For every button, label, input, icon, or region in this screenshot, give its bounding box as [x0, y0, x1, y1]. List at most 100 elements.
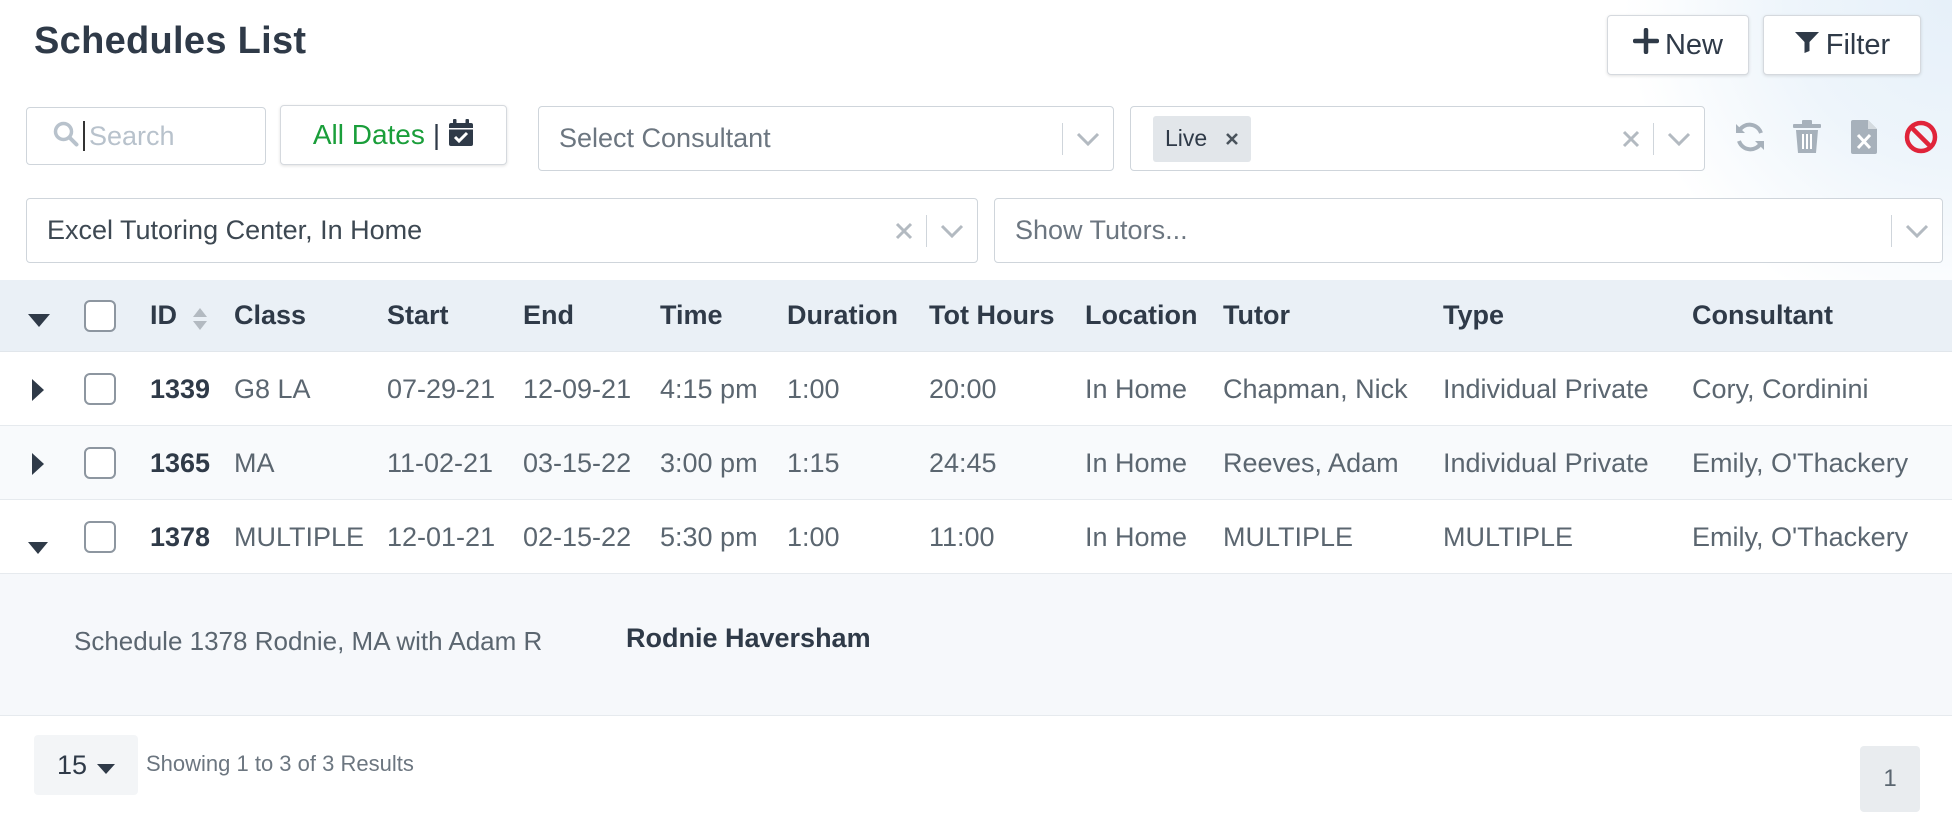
trash-icon[interactable]: [1789, 118, 1824, 156]
cell-id: 1339: [150, 374, 211, 404]
caret-down-icon: [97, 750, 116, 781]
table-row[interactable]: 1339 G8 LA 07-29-21 12-09-21 4:15 pm 1:0…: [0, 352, 1952, 426]
cell-tutor: Reeves, Adam: [1223, 448, 1399, 478]
cell-tutor: MULTIPLE: [1223, 522, 1354, 552]
cell-end: 03-15-22: [523, 448, 632, 478]
chevron-down-icon[interactable]: [1063, 132, 1113, 146]
consultant-select-placeholder: Select Consultant: [559, 123, 771, 153]
cell-duration: 1:00: [787, 522, 840, 552]
per-page-select[interactable]: 15: [34, 735, 138, 795]
page-title: Schedules List: [34, 20, 307, 62]
cell-class: G8 LA: [234, 374, 311, 404]
status-select[interactable]: Live: [1130, 106, 1705, 171]
chevron-down-icon[interactable]: [927, 224, 977, 238]
cell-id: 1378: [150, 522, 211, 552]
search-field[interactable]: [26, 107, 266, 165]
cell-time: 4:15 pm: [660, 374, 758, 404]
cell-tot-hours: 24:45: [929, 448, 997, 478]
tutors-select-placeholder: Show Tutors...: [1015, 215, 1188, 245]
cell-start: 07-29-21: [387, 374, 496, 404]
column-header-id[interactable]: ID: [150, 300, 177, 331]
cell-consultant: Cory, Cordinini: [1692, 374, 1869, 404]
per-page-value: 15: [56, 749, 88, 780]
filter-button[interactable]: Filter: [1763, 15, 1921, 75]
column-header-location[interactable]: Location: [1085, 300, 1198, 331]
cell-class: MA: [234, 448, 275, 478]
column-header-start[interactable]: Start: [387, 300, 449, 331]
cell-type: Individual Private: [1443, 448, 1649, 478]
cell-duration: 1:15: [787, 448, 840, 478]
cell-end: 02-15-22: [523, 522, 632, 552]
cell-duration: 1:00: [787, 374, 840, 404]
column-header-end[interactable]: End: [523, 300, 574, 331]
clear-icon[interactable]: [882, 221, 926, 241]
cell-type: Individual Private: [1443, 374, 1649, 404]
column-header-duration[interactable]: Duration: [787, 300, 898, 331]
cell-consultant: Emily, O'Thackery: [1692, 522, 1909, 552]
cell-type: MULTIPLE: [1443, 522, 1574, 552]
new-button[interactable]: New: [1607, 15, 1749, 75]
location-select-value: Excel Tutoring Center, In Home: [47, 215, 423, 245]
cell-location: In Home: [1085, 448, 1188, 478]
select-all-checkbox[interactable]: [84, 300, 116, 332]
search-icon: [53, 121, 79, 152]
consultant-select[interactable]: Select Consultant: [538, 106, 1114, 171]
column-header-time[interactable]: Time: [660, 300, 723, 331]
cell-location: In Home: [1085, 522, 1188, 552]
column-header-class[interactable]: Class: [234, 300, 306, 331]
tutors-select[interactable]: Show Tutors...: [994, 198, 1943, 263]
expand-row-icon[interactable]: [32, 451, 44, 482]
location-select[interactable]: Excel Tutoring Center, In Home: [26, 198, 978, 263]
date-range-button[interactable]: All Dates |: [280, 105, 507, 165]
cell-tutor: Chapman, Nick: [1223, 374, 1408, 404]
cell-tot-hours: 20:00: [929, 374, 997, 404]
row-checkbox[interactable]: [84, 521, 116, 553]
date-range-separator: |: [432, 119, 441, 150]
chevron-down-icon[interactable]: [1654, 132, 1704, 146]
results-summary: Showing 1 to 3 of 3 Results: [146, 751, 414, 776]
filter-button-label: Filter: [1825, 28, 1891, 61]
cell-id: 1365: [150, 448, 211, 478]
table-header: ID Class Start End Time Duration Tot Hou…: [0, 280, 1952, 352]
row-detail-panel: Schedule 1378 Rodnie, MA with Adam R Rod…: [0, 574, 1952, 716]
schedule-description: Schedule 1378 Rodnie, MA with Adam R: [74, 626, 543, 656]
cell-class: MULTIPLE: [234, 522, 365, 552]
column-header-type[interactable]: Type: [1443, 300, 1504, 331]
cell-consultant: Emily, O'Thackery: [1692, 448, 1909, 478]
chevron-down-icon[interactable]: [1892, 224, 1942, 238]
column-header-tutor[interactable]: Tutor: [1223, 300, 1290, 331]
table-footer: 15 Showing 1 to 3 of 3 Results 1: [0, 722, 1952, 822]
column-header-consultant[interactable]: Consultant: [1692, 300, 1833, 331]
expand-all-icon[interactable]: [28, 304, 50, 335]
table-row[interactable]: 1378 MULTIPLE 12-01-21 02-15-22 5:30 pm …: [0, 500, 1952, 574]
row-checkbox[interactable]: [84, 373, 116, 405]
cell-time: 5:30 pm: [660, 522, 758, 552]
tag-remove-icon[interactable]: [1225, 125, 1239, 152]
schedules-table: ID Class Start End Time Duration Tot Hou…: [0, 280, 1952, 716]
plus-icon: [1632, 27, 1660, 62]
date-range-label: All Dates: [312, 119, 425, 150]
cell-tot-hours: 11:00: [929, 522, 995, 552]
sort-icon[interactable]: [192, 306, 208, 337]
funnel-icon: [1794, 29, 1820, 62]
new-button-label: New: [1664, 28, 1723, 61]
table-row[interactable]: 1365 MA 11-02-21 03-15-22 3:00 pm 1:15 2…: [0, 426, 1952, 500]
cell-start: 12-01-21: [387, 522, 496, 552]
collapse-row-icon[interactable]: [28, 530, 48, 561]
cell-end: 12-09-21: [523, 374, 632, 404]
cell-time: 3:00 pm: [660, 448, 758, 478]
page-button-1[interactable]: 1: [1860, 746, 1920, 812]
ban-icon[interactable]: [1903, 118, 1938, 156]
search-input[interactable]: [89, 120, 259, 152]
status-tag: Live: [1153, 115, 1252, 162]
row-checkbox[interactable]: [84, 447, 116, 479]
cell-location: In Home: [1085, 374, 1188, 404]
excel-file-icon[interactable]: [1846, 118, 1881, 156]
student-name[interactable]: Rodnie Haversham: [626, 623, 871, 654]
cell-start: 11-02-21: [387, 448, 494, 478]
clear-icon[interactable]: [1609, 129, 1653, 149]
refresh-icon[interactable]: [1732, 118, 1767, 156]
toolbar-icons: [1732, 118, 1938, 156]
column-header-tot-hours[interactable]: Tot Hours: [929, 300, 1054, 331]
expand-row-icon[interactable]: [32, 377, 44, 408]
